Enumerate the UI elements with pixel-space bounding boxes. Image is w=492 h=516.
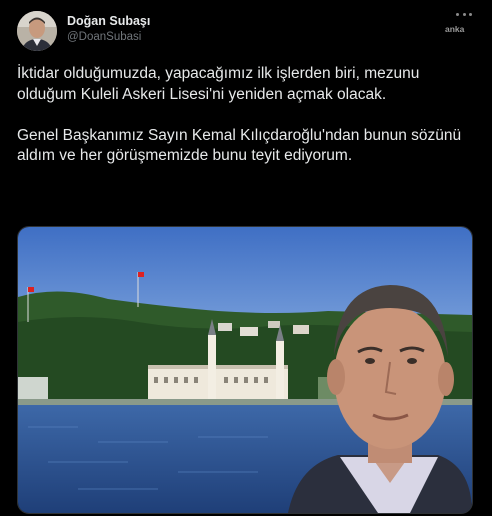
watermark-logo: anka — [445, 24, 465, 34]
tweet-card: Doğan Subaşı @DoanSubasi anka İktidar ol… — [0, 0, 492, 516]
tweet-text: İktidar olduğumuzda, yapacağımız ilk işl… — [17, 65, 462, 164]
tweet-photo[interactable] — [17, 226, 473, 514]
author-name[interactable]: Doğan Subaşı — [67, 14, 150, 28]
avatar[interactable] — [17, 11, 57, 51]
more-dots-icon[interactable] — [456, 10, 472, 18]
author-handle[interactable]: @DoanSubasi — [67, 31, 141, 43]
